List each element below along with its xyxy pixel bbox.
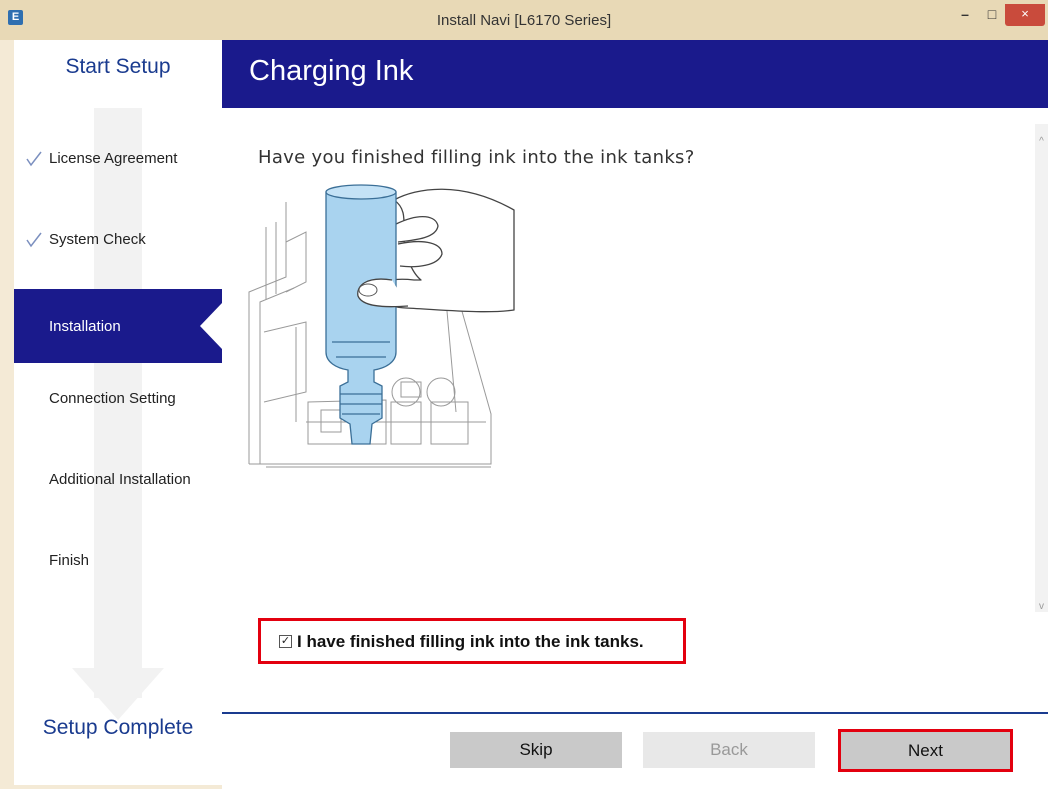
check-icon (26, 232, 42, 248)
next-button[interactable]: Next (838, 729, 1013, 772)
window-title: Install Navi [L6170 Series] (436, 12, 612, 29)
step-finish: Finish (14, 542, 222, 582)
title-bar: E Install Navi [L6170 Series] – □ × (0, 0, 1048, 40)
finished-filling-label[interactable]: I have finished filling ink into the ink… (297, 632, 644, 652)
step-additional-installation: Additional Installation (14, 461, 222, 501)
step-label: Additional Installation (49, 471, 191, 488)
content-panel: Have you finished filling ink into the i… (222, 108, 1048, 712)
scroll-down-arrow-icon[interactable]: v (1035, 601, 1048, 612)
step-system-check: System Check (14, 221, 222, 261)
confirm-highlight: ✓ I have finished filling ink into the i… (258, 618, 686, 664)
active-step-pointer (200, 303, 222, 349)
button-bar: Skip Back Next (222, 712, 1048, 789)
step-installation: Installation (14, 289, 222, 363)
step-label: Connection Setting (49, 390, 176, 407)
steps-sidebar: Start Setup License Agreement System Che… (14, 40, 222, 785)
content-scrollbar[interactable]: ^ v (1035, 124, 1048, 612)
back-button[interactable]: Back (643, 732, 815, 768)
step-label: Installation (49, 318, 121, 335)
page-title: Charging Ink (249, 55, 414, 87)
progress-arrow-head (72, 668, 164, 720)
scroll-up-arrow-icon[interactable]: ^ (1035, 136, 1048, 147)
step-license-agreement: License Agreement (14, 140, 222, 180)
finished-filling-checkbox[interactable]: ✓ (279, 635, 292, 648)
step-connection-setting: Connection Setting (14, 380, 222, 420)
step-label: Finish (49, 552, 90, 569)
minimize-button[interactable]: – (951, 4, 979, 26)
ink-bottle-illustration (248, 184, 515, 468)
maximize-button[interactable]: □ (979, 4, 1005, 26)
step-label: License Agreement (49, 150, 178, 167)
skip-button[interactable]: Skip (450, 732, 622, 768)
start-setup-title: Start Setup (65, 55, 171, 78)
check-icon (26, 151, 42, 167)
step-label: System Check (49, 231, 146, 248)
setup-complete-title: Setup Complete (42, 716, 194, 739)
page-header: Charging Ink (222, 40, 1048, 108)
installer-window: E Install Navi [L6170 Series] – □ × Star… (0, 0, 1048, 789)
close-button[interactable]: × (1005, 4, 1045, 26)
question-text: Have you finished filling ink into the i… (258, 147, 695, 168)
